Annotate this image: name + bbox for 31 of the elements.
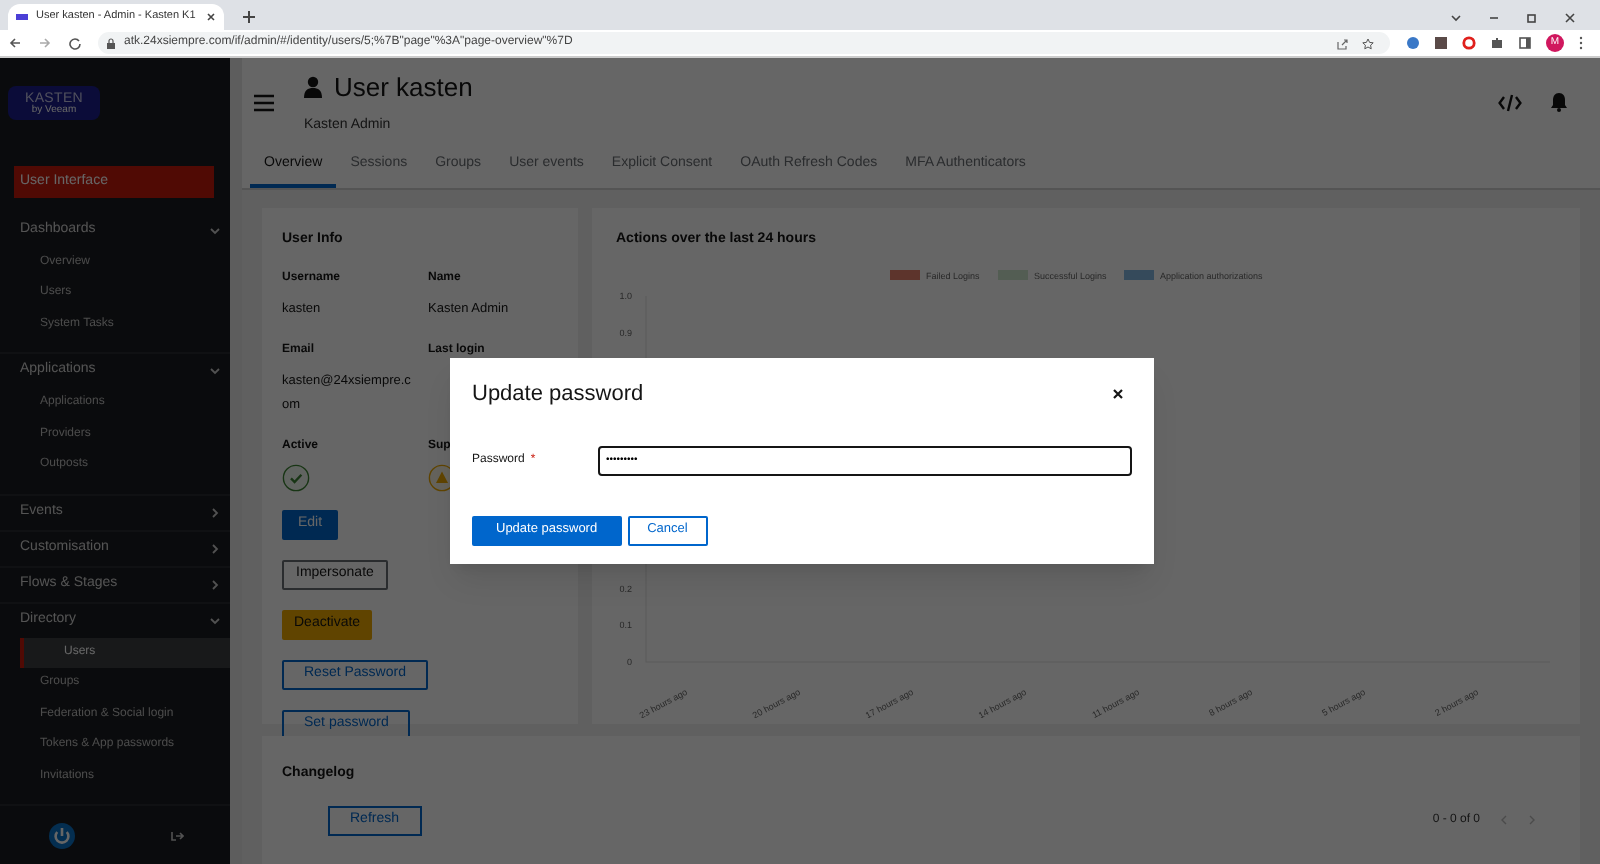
user-icon <box>304 76 322 99</box>
minimize-icon[interactable] <box>1488 12 1500 24</box>
new-tab-icon[interactable] <box>240 8 258 26</box>
back-icon[interactable] <box>8 36 22 50</box>
chevron-down-icon[interactable] <box>1450 12 1462 24</box>
chevron-down-icon <box>210 366 220 377</box>
opera-icon[interactable] <box>1462 36 1476 50</box>
menu-icon[interactable] <box>254 93 274 111</box>
share-icon[interactable] <box>1336 37 1348 49</box>
page-title: User kasten <box>334 70 473 106</box>
chevron-right-icon <box>210 579 220 590</box>
chevron-right-icon <box>210 543 220 554</box>
lock-icon <box>106 37 116 49</box>
close-icon[interactable] <box>1564 12 1576 24</box>
close-icon[interactable] <box>1112 388 1124 401</box>
star-icon[interactable] <box>1362 37 1374 49</box>
close-icon[interactable] <box>206 12 216 22</box>
power-icon[interactable] <box>47 821 75 850</box>
more-icon[interactable] <box>1578 36 1584 50</box>
bell-icon[interactable] <box>1550 92 1568 112</box>
modal-title: Update password <box>472 380 644 410</box>
sidebar-icon[interactable] <box>1518 36 1532 50</box>
chevron-down-icon <box>210 225 220 236</box>
chevron-down-icon <box>210 615 220 626</box>
puzzle-icon[interactable] <box>1490 36 1504 50</box>
favicon-icon <box>16 14 28 20</box>
code-icon[interactable] <box>1498 93 1522 111</box>
reload-icon[interactable] <box>68 36 82 50</box>
logout-icon[interactable] <box>169 829 183 842</box>
restore-icon[interactable] <box>1526 12 1538 24</box>
chevron-right-icon <box>210 507 220 518</box>
